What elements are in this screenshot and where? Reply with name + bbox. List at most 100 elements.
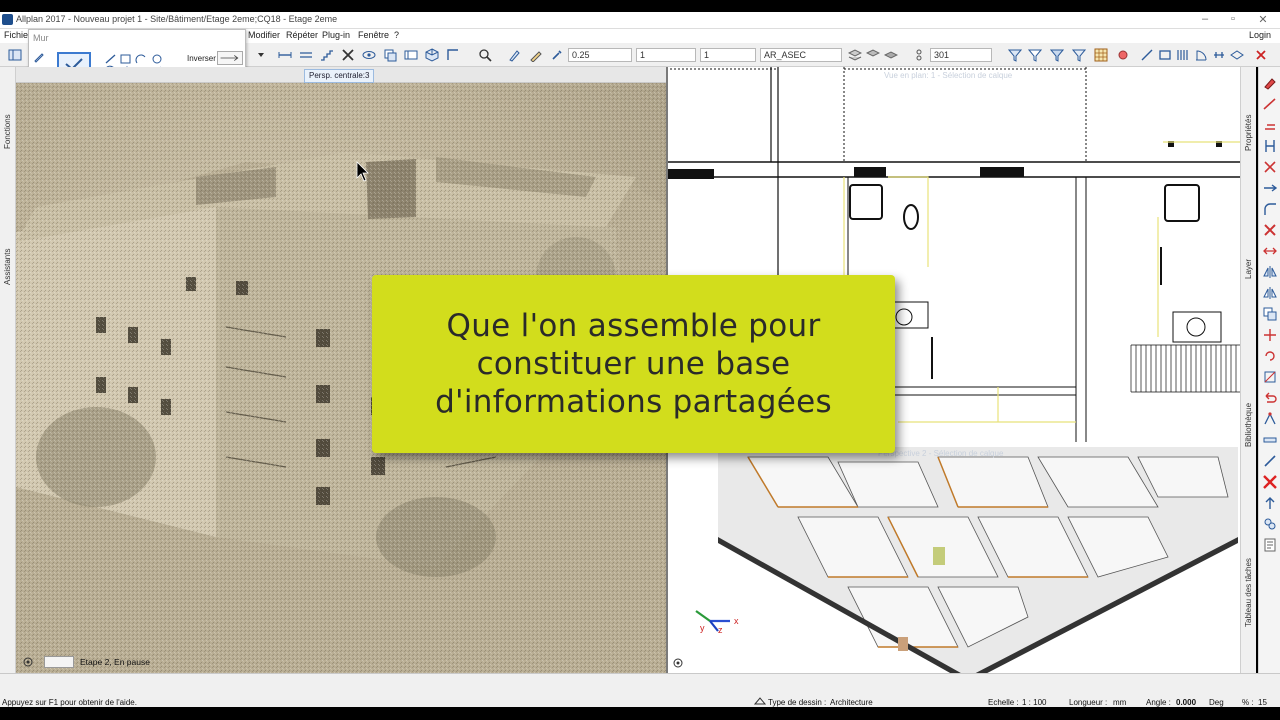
eraser-icon[interactable] (1262, 75, 1278, 91)
angle-value[interactable]: 0.000 (1176, 698, 1196, 707)
pipette-icon[interactable] (548, 46, 566, 64)
left-viewport-status: Etape 2, En pause (20, 656, 152, 670)
help-hint: Appuyez sur F1 pour obtenir de l'aide. (2, 698, 137, 707)
plan-view-icon[interactable] (402, 46, 420, 64)
undo-icon[interactable] (1262, 390, 1278, 406)
layer-tab[interactable]: Layer (1244, 259, 1253, 279)
split-icon[interactable] (1262, 138, 1278, 154)
layer-select[interactable]: AR_ASEC (760, 48, 842, 62)
hatch-icon[interactable] (910, 46, 928, 64)
copy-view-icon[interactable] (381, 46, 399, 64)
tableau-des-taches-tab[interactable]: Tableau des tâches (1244, 558, 1253, 627)
fonctions-tab[interactable]: Fonctions (3, 114, 12, 149)
percent-value[interactable]: 15 (1258, 698, 1267, 707)
palette-search-field[interactable]: Mur (33, 33, 233, 45)
pen-thickness-select[interactable]: 0.25 (568, 48, 632, 62)
close-palette-icon[interactable] (1252, 46, 1270, 64)
menu-fichier[interactable]: Fichier (4, 30, 31, 40)
invert-label: Inverser (187, 54, 216, 63)
render-status-label: Etape 2, En pause (80, 657, 150, 667)
big-delete-icon[interactable] (1262, 474, 1278, 490)
layout-icon[interactable] (6, 46, 24, 64)
matchprops-icon[interactable] (1262, 453, 1278, 469)
layer-lock-icon[interactable] (882, 46, 900, 64)
gear-icon[interactable] (22, 656, 34, 668)
pencil-icon[interactable] (527, 46, 545, 64)
trim-icon[interactable] (1262, 96, 1278, 112)
door-tool-icon[interactable] (1192, 46, 1210, 64)
menu-fenetre[interactable]: Fenêtre (358, 30, 389, 40)
angle-unit: Deg (1209, 698, 1224, 707)
stretch-icon[interactable] (1262, 243, 1278, 259)
length-value[interactable]: mm (1113, 698, 1126, 707)
right-gear-icon[interactable] (672, 657, 684, 669)
delete-cross-icon[interactable] (339, 46, 357, 64)
invert-direction-toggle[interactable] (217, 51, 243, 65)
menu-plugin[interactable]: Plug-in (322, 30, 350, 40)
menu-repeter[interactable]: Répéter (286, 30, 318, 40)
menu-modifier[interactable]: Modifier (248, 30, 280, 40)
dimension-line-icon[interactable] (276, 46, 294, 64)
window-title: Allplan 2017 - Nouveau projet 1 - Site/B… (16, 14, 338, 24)
points-icon[interactable] (1114, 46, 1132, 64)
line-type-select[interactable]: 1 (636, 48, 696, 62)
allplan-app-icon[interactable] (2, 14, 13, 25)
persp-centrale-tab[interactable]: Persp. centrale:3 (304, 69, 375, 83)
group-icon[interactable] (1262, 516, 1278, 532)
filter-layer-icon[interactable] (1070, 46, 1088, 64)
menu-help[interactable]: ? (394, 30, 399, 40)
proprietes-tab[interactable]: Propriétés (1244, 115, 1253, 151)
fillet-icon[interactable] (1262, 201, 1278, 217)
progress-field (44, 656, 74, 668)
copy-icon[interactable] (1262, 306, 1278, 322)
modify-points-icon[interactable] (1262, 411, 1278, 427)
pick-icon[interactable] (32, 50, 46, 64)
close-button[interactable]: ✕ (1250, 13, 1276, 26)
properties-sheet-icon[interactable] (1262, 537, 1278, 553)
grid-icon[interactable] (1092, 46, 1110, 64)
hatch-select[interactable]: 301 (930, 48, 992, 62)
drawing-type-value[interactable]: Architecture (830, 698, 873, 707)
cube-3d-icon[interactable] (423, 46, 441, 64)
elevation-icon[interactable] (444, 46, 462, 64)
wall-tool-icon[interactable] (1174, 46, 1192, 64)
dropdown-arrow-icon[interactable] (252, 46, 270, 64)
move-icon[interactable] (1262, 327, 1278, 343)
top-black-band (0, 0, 1280, 12)
filter-element-icon[interactable] (1048, 46, 1066, 64)
minimize-button[interactable]: – (1192, 13, 1218, 25)
rotate-icon[interactable] (1262, 348, 1278, 364)
login-link[interactable]: Login (1249, 30, 1271, 40)
eye-icon[interactable] (360, 46, 378, 64)
filter-icon[interactable] (1006, 46, 1024, 64)
scale-value[interactable]: 1 : 100 (1022, 698, 1046, 707)
rectangle-tool-icon[interactable] (1156, 46, 1174, 64)
extend-icon[interactable] (1262, 180, 1278, 196)
line-tool-icon[interactable] (1138, 46, 1156, 64)
elevate-icon[interactable] (1262, 495, 1278, 511)
slab-tool-icon[interactable] (1228, 46, 1246, 64)
layer-visibility-icon[interactable] (864, 46, 882, 64)
scissors-icon[interactable] (1262, 159, 1278, 175)
pen-properties-icon[interactable] (506, 46, 524, 64)
drawing-type-icon[interactable] (753, 696, 767, 706)
offset-icon[interactable] (1262, 117, 1278, 133)
mirror-copy-icon[interactable] (1262, 285, 1278, 301)
layer-stack-icon[interactable] (846, 46, 864, 64)
maximize-button[interactable]: ▫ (1220, 13, 1246, 25)
scale-icon[interactable] (1262, 369, 1278, 385)
scale-label: Echelle : (988, 698, 1019, 707)
color-select[interactable]: 1 (700, 48, 756, 62)
perspective-view-label: Perspective 2 - Sélection de calque (878, 449, 1004, 458)
delete-x-icon[interactable] (1262, 222, 1278, 238)
assistants-tab[interactable]: Assistants (3, 249, 12, 285)
join-icon[interactable] (1262, 432, 1278, 448)
window-tool-icon[interactable] (1210, 46, 1228, 64)
title-bar: Allplan 2017 - Nouveau projet 1 - Site/B… (0, 12, 1280, 29)
stairs-icon[interactable] (318, 46, 336, 64)
zoom-icon[interactable] (476, 46, 494, 64)
bibliotheque-tab[interactable]: Bibliothèque (1244, 403, 1253, 447)
mirror-icon[interactable] (1262, 264, 1278, 280)
measure-icon[interactable] (297, 46, 315, 64)
filter-select-icon[interactable] (1026, 46, 1044, 64)
